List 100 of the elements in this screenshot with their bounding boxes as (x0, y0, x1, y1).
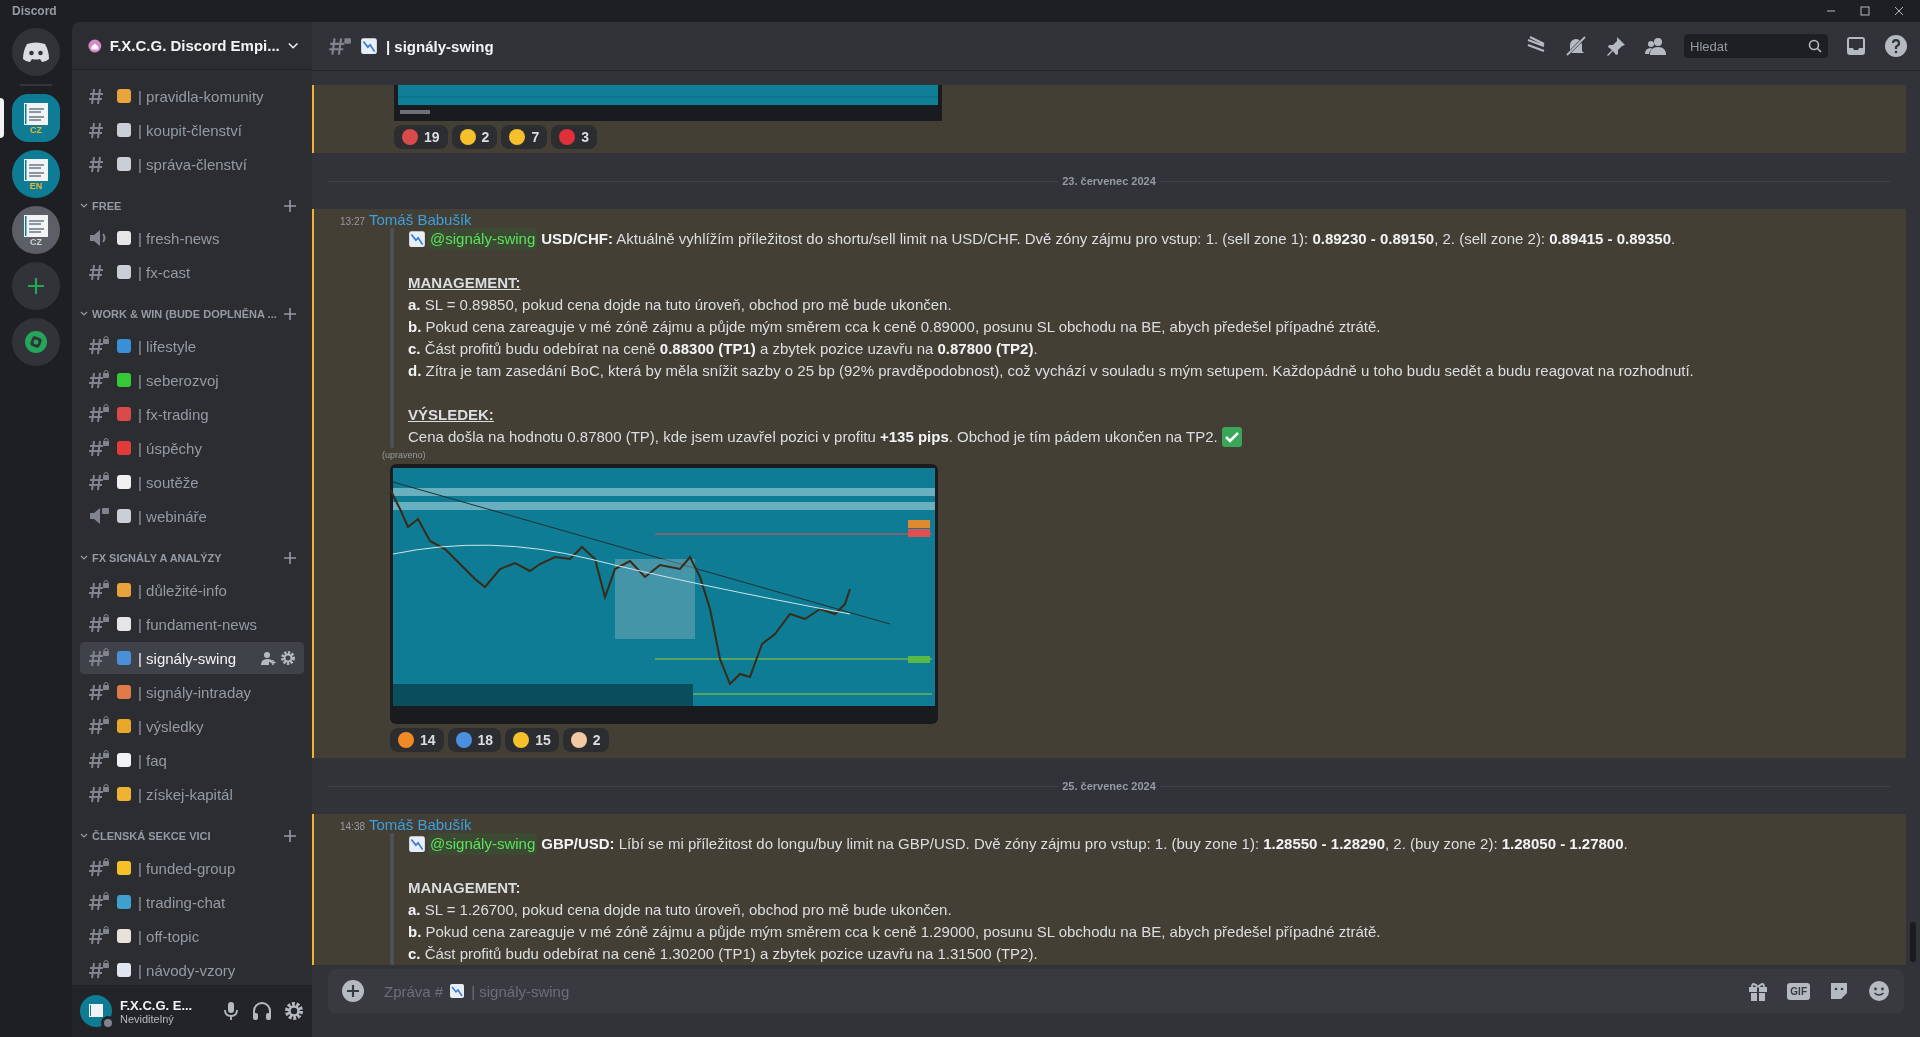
channel-item[interactable]: | fx-trading (80, 398, 304, 430)
channel-item[interactable]: | webináře (80, 500, 304, 532)
add-channel-icon[interactable] (284, 552, 296, 564)
channel-name: | webináře (138, 507, 208, 525)
emoji-icon (116, 406, 132, 422)
message-text: b. Pokud cena zareaguje v mé zóně zájmu a půjde mým směrem cca k ceně 1.29000, posunu SL obchodu na BE, abych předešel případné ztrátě. (408, 922, 1381, 942)
channel-name: | funded-group (138, 859, 237, 877)
emoji-icon (116, 962, 132, 978)
channel-item[interactable]: | návody-vzory (80, 954, 304, 985)
channel-item[interactable]: | fx-cast (80, 256, 304, 288)
close-icon[interactable] (1894, 6, 1904, 16)
sticker-icon[interactable] (1828, 980, 1850, 1002)
channel-item[interactable]: | fresh-news (80, 222, 304, 254)
channel-name: | důležité-info (138, 581, 228, 599)
microphone-icon[interactable] (222, 1001, 240, 1021)
category-title[interactable]: WORK & WIN (BUDE DOPLNĚNA ... (92, 308, 280, 320)
author-name[interactable]: Tomáš Babušík (369, 816, 472, 833)
gif-button[interactable]: GIF (1787, 982, 1810, 1000)
settings-icon[interactable] (284, 1001, 304, 1021)
channel-item[interactable]: | seberozvoj (80, 364, 304, 396)
emoji-icon (408, 835, 426, 853)
chevron-down-icon[interactable] (80, 203, 88, 209)
section-heading: MANAGEMENT: (408, 878, 522, 898)
discord-logo-button[interactable] (12, 28, 60, 76)
discord-logo-icon (22, 41, 50, 63)
reaction-chip[interactable]: 2 (451, 125, 498, 149)
category-title[interactable]: FREE (92, 200, 280, 212)
channel-item[interactable]: | získej-kapitál (80, 778, 304, 810)
emoji-icon (116, 372, 132, 388)
search-field[interactable]: Hledat (1684, 34, 1828, 58)
emoji-icon (116, 122, 132, 138)
reaction-chip[interactable]: 19 (394, 125, 448, 149)
reaction-chip[interactable]: 2 (562, 728, 609, 752)
chevron-down-icon[interactable] (80, 311, 88, 317)
message-text: b. Pokud cena zareaguje v mé zóně zájmu a půjde mým směrem cca k ceně 0.89000, posunu SL obchodu na BE, abych předešel případné ztrátě. (408, 317, 1381, 337)
help-icon[interactable] (1884, 34, 1908, 58)
channel-item[interactable]: | funded-group (80, 852, 304, 884)
channel-name: | získej-kapitál (138, 785, 234, 803)
section-heading: MANAGEMENT: (408, 273, 522, 293)
channel-name: | off-topic (138, 927, 201, 945)
server-icon[interactable]: CZ (12, 206, 60, 254)
timestamp: 14:38 (340, 821, 366, 832)
reaction-chip[interactable]: 3 (551, 125, 597, 149)
channel-mention[interactable]: @signály-swing (428, 228, 538, 250)
smiley-icon[interactable] (1868, 980, 1890, 1002)
headphones-icon[interactable] (252, 1001, 272, 1021)
emoji-icon (116, 860, 132, 876)
muted-bell-icon[interactable] (1564, 34, 1588, 58)
reaction-chip[interactable]: 18 (447, 728, 502, 752)
add-server-button[interactable] (12, 262, 60, 310)
maximize-icon[interactable] (1860, 6, 1870, 16)
channel-item[interactable]: | fundament-news (80, 608, 304, 640)
channel-item[interactable]: | úspěchy (80, 432, 304, 464)
channel-item[interactable]: | lifestyle (80, 330, 304, 362)
channel-item[interactable]: | pravidla-komunity (80, 80, 304, 112)
channel-item[interactable]: | důležité-info (80, 574, 304, 606)
chevron-down-icon[interactable] (80, 555, 88, 561)
channel-item[interactable]: | koupit-členství (80, 114, 304, 146)
invite-icon[interactable] (260, 650, 276, 666)
channel-item[interactable]: | trading-chat (80, 886, 304, 918)
message-text: c. Část profitů budu odebírat na ceně 1.30200 (TP1) a zbytek pozice uzavřu na 1.31500 (TP2). (408, 944, 1038, 964)
channel-mention[interactable]: @signály-swing (428, 833, 538, 855)
input-placeholder: Zpráva # (384, 982, 444, 1000)
channel-name: | návody-vzory (138, 961, 237, 979)
channel-item[interactable]: | výsledky (80, 710, 304, 742)
emoji-icon (408, 230, 426, 248)
channel-item[interactable]: | signály-swing (80, 642, 304, 674)
scrollbar-thumb[interactable] (1910, 922, 1916, 962)
channel-item[interactable]: | soutěže (80, 466, 304, 498)
emoji-icon (116, 650, 132, 666)
category-title[interactable]: ČLENSKÁ SEKCE VICI (92, 830, 280, 842)
channel-item[interactable]: | signály-intraday (80, 676, 304, 708)
inbox-icon[interactable] (1844, 34, 1868, 58)
channel-item[interactable]: | správa-členství (80, 148, 304, 180)
emoji-icon (116, 894, 132, 910)
gift-icon[interactable] (1747, 980, 1770, 1002)
add-channel-icon[interactable] (284, 200, 296, 212)
reaction-chip[interactable]: 14 (390, 728, 444, 752)
add-icon[interactable] (342, 980, 364, 1002)
add-channel-icon[interactable] (284, 308, 296, 320)
user-avatar[interactable] (80, 995, 112, 1027)
add-channel-icon[interactable] (284, 830, 296, 842)
message-input[interactable]: Zpráva # | signály-swing GIF (328, 969, 1904, 1013)
server-name: F.X.C.G. Discord Empi... (109, 37, 280, 54)
category-title[interactable]: FX SIGNÁLY A ANALÝZY (92, 552, 280, 564)
emoji-icon (116, 88, 132, 104)
reaction-chip[interactable]: 7 (501, 125, 548, 149)
explore-button[interactable] (12, 318, 60, 366)
chevron-down-icon[interactable] (80, 833, 88, 839)
message-text: USD/CHF: Aktuálně vyhlížím příležitost do shortu/sell limit na USD/CHF. Dvě zóny zájmu pro vstup: 1. (sell zone 1): 0.89230 - 0.89150, 2. (sell zone 2): 0.89415 - 0.89350. (541, 229, 1676, 249)
channel-item[interactable]: | faq (80, 744, 304, 776)
settings-icon[interactable] (280, 650, 296, 666)
channel-name: | soutěže (138, 473, 200, 491)
emoji-icon (116, 474, 132, 490)
channel-name: | signály-swing (138, 649, 238, 667)
search-icon (1808, 39, 1822, 53)
author-name[interactable]: Tomáš Babušík (369, 211, 472, 228)
locked-hash-icon (328, 35, 352, 57)
channel-item[interactable]: | off-topic (80, 920, 304, 952)
reaction-chip[interactable]: 15 (505, 728, 559, 752)
